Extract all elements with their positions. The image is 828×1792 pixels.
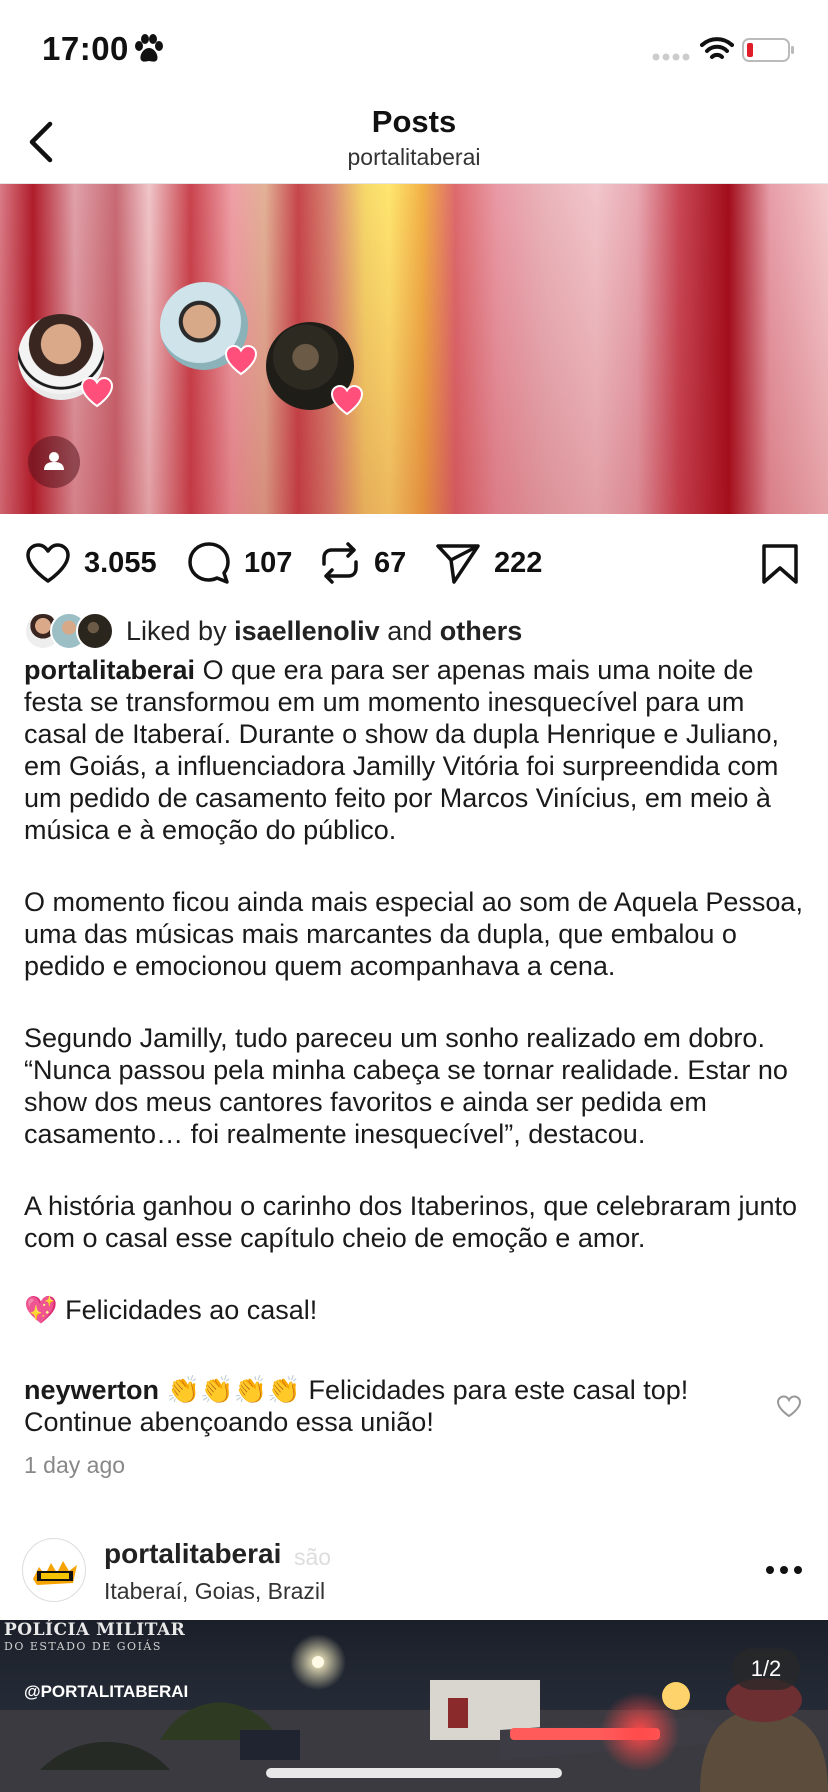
next-post-location[interactable]: Itaberaí, Goias, Brazil: [104, 1578, 325, 1605]
caption-paragraph-3: Segundo Jamilly, tudo pareceu um sonho r…: [24, 1023, 788, 1149]
post-image[interactable]: [0, 184, 828, 514]
heart-badge-icon: [80, 376, 114, 408]
repost-button[interactable]: 67: [318, 540, 406, 586]
next-post-image[interactable]: POLÍCIA MILITAR DO ESTADO DE GOIÁS @PORT…: [0, 1620, 828, 1792]
like-button[interactable]: 3.055: [24, 540, 157, 586]
comment-user[interactable]: neywerton: [24, 1375, 159, 1405]
next-post-header: são portalitaberai Itaberaí, Goias, Braz…: [0, 1530, 828, 1620]
repost-icon: [322, 542, 358, 584]
share-button[interactable]: 222: [434, 540, 542, 586]
share-icon: [436, 544, 480, 584]
page-title: Posts: [371, 104, 457, 139]
heart-icon: [26, 543, 70, 583]
image-handle-watermark: @PORTALITABERAI: [24, 1682, 189, 1701]
status-time: 17:00: [42, 30, 129, 67]
comment-like-icon[interactable]: [776, 1394, 802, 1418]
status-bar: 17:00: [0, 0, 828, 100]
header: Posts portalitaberai: [0, 100, 828, 184]
more-options-icon[interactable]: [764, 1564, 804, 1576]
next-post-ghost-text: são: [294, 1544, 332, 1570]
home-indicator[interactable]: [266, 1768, 562, 1778]
heart-badge-icon: [330, 384, 364, 416]
portal-logo-icon: [33, 1561, 77, 1585]
page-subtitle[interactable]: portalitaberai: [0, 144, 828, 171]
liked-by-others[interactable]: others: [440, 616, 523, 646]
post-caption: portalitaberai O que era para ser apenas…: [24, 654, 804, 1326]
liked-by-user[interactable]: isaellenoliv: [234, 616, 380, 646]
caption-paragraph-2: O momento ficou ainda mais especial ao s…: [24, 887, 803, 981]
comment-icon: [188, 542, 230, 584]
caption-paragraph-4: A história ganhou o carinho dos Itaberin…: [24, 1191, 797, 1253]
comment-button[interactable]: 107: [186, 540, 292, 586]
liked-by-row[interactable]: Liked by isaellenoliv and others: [24, 610, 522, 652]
wifi-icon: [700, 37, 734, 59]
top-comment[interactable]: neywerton 👏👏👏👏 Felicidades para este cas…: [24, 1374, 764, 1438]
watermark-line-1: POLÍCIA MILITAR: [4, 1620, 186, 1640]
battery-icon: [742, 38, 794, 62]
heart-badge-icon: [224, 344, 258, 376]
bookmark-icon[interactable]: [760, 542, 800, 586]
shares-count: 222: [494, 546, 543, 579]
carousel-page-indicator: 1/2: [732, 1648, 800, 1690]
liked-by-avatar-3: [76, 612, 114, 650]
caption-paragraph-5: 💖 Felicidades ao casal!: [24, 1295, 318, 1325]
tagged-people-button[interactable]: [28, 436, 80, 488]
action-bar: 3.055 107 67 222: [0, 530, 828, 594]
person-icon: [44, 452, 64, 470]
next-post-username[interactable]: portalitaberai: [104, 1538, 281, 1570]
watermark-line-2: DO ESTADO DE GOIÁS: [4, 1640, 162, 1653]
signal-icon: [652, 53, 690, 61]
reposts-count: 67: [374, 546, 407, 579]
liked-by-text: Liked by isaellenoliv and others: [126, 615, 523, 646]
paw-icon: [135, 34, 163, 62]
next-post-avatar[interactable]: [22, 1538, 86, 1602]
likes-count: 3.055: [84, 546, 157, 579]
comments-count: 107: [244, 546, 293, 579]
caption-user[interactable]: portalitaberai: [24, 655, 195, 685]
post-timestamp: 1 day ago: [24, 1452, 126, 1478]
